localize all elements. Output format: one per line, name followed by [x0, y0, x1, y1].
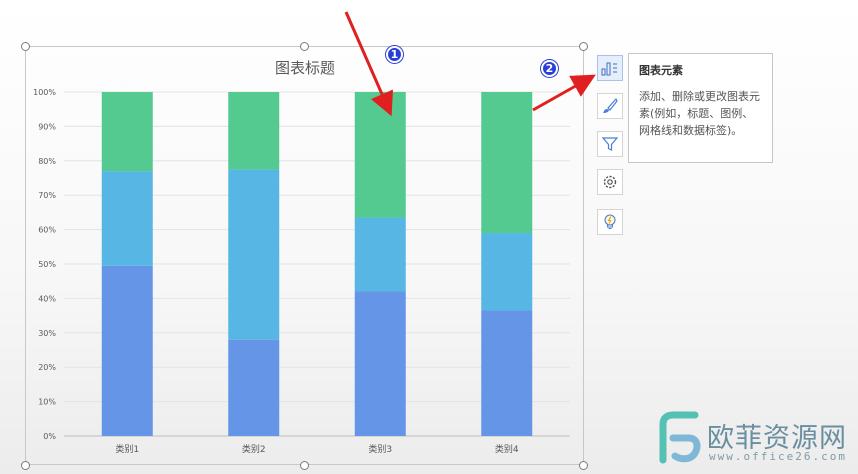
y-tick-label: 70%	[38, 191, 56, 200]
bar-segment-series3-cat1[interactable]	[101, 92, 153, 172]
brush-icon	[603, 97, 618, 113]
y-tick-label: 0%	[43, 432, 56, 441]
lightbulb-icon	[604, 214, 616, 229]
chart-elements-button[interactable]	[597, 55, 623, 81]
x-category-label: 类别1	[115, 443, 139, 455]
y-tick-label: 80%	[38, 157, 56, 166]
resize-handle-top-right[interactable]	[579, 42, 588, 51]
y-tick-label: 40%	[38, 294, 56, 303]
chart-filters-button[interactable]	[597, 131, 623, 157]
resize-handle-top-center[interactable]	[300, 42, 309, 51]
chart-title[interactable]: 图表标题	[275, 59, 335, 77]
bar-segment-series2-cat3[interactable]	[354, 217, 406, 292]
annotation-badge-1: 1	[386, 46, 403, 63]
tooltip-title: 图表元素	[639, 64, 683, 77]
bar-segment-series2-cat4[interactable]	[481, 233, 533, 311]
annotation-badge-2: 2	[541, 60, 558, 77]
bar-segment-series1-cat2[interactable]	[228, 339, 280, 436]
watermark-url: www.office26.com	[709, 450, 847, 463]
filter-icon	[601, 137, 619, 151]
y-tick-label: 30%	[38, 329, 56, 338]
watermark: 欧菲资源网 www.office26.com	[655, 410, 855, 470]
bar-segment-series1-cat4[interactable]	[481, 310, 533, 436]
y-tick-label: 90%	[38, 122, 56, 131]
y-tick-label: 60%	[38, 226, 56, 235]
bar-segment-series2-cat1[interactable]	[101, 171, 153, 266]
bar-segment-series3-cat3[interactable]	[354, 92, 406, 218]
y-tick-label: 100%	[33, 88, 56, 97]
settings-gear-icon	[603, 175, 617, 189]
tooltip-body: 添加、删除或更改图表元素(例如，标题、图例、网格线和数据标签)。	[639, 90, 760, 137]
chart-elements-icon	[601, 62, 617, 76]
bar-segment-series1-cat1[interactable]	[101, 265, 153, 436]
resize-handle-bottom-right[interactable]	[579, 461, 588, 470]
x-category-label: 类别2	[242, 443, 266, 455]
bar-segment-series3-cat4[interactable]	[481, 92, 533, 234]
chart-elements-tooltip: 图表元素 添加、删除或更改图表元素(例如，标题、图例、网格线和数据标签)。	[628, 53, 773, 163]
x-category-label: 类别3	[368, 443, 392, 455]
y-tick-label: 50%	[38, 260, 56, 269]
resize-handle-bottom-center[interactable]	[300, 461, 309, 470]
chart-styles-button[interactable]	[597, 93, 623, 119]
chart-settings-button[interactable]	[597, 169, 623, 195]
resize-handle-top-left[interactable]	[21, 42, 30, 51]
y-tick-label: 10%	[38, 398, 56, 407]
resize-handle-bottom-left[interactable]	[21, 461, 30, 470]
watermark-logo-icon	[659, 411, 701, 464]
bar-segment-series1-cat3[interactable]	[354, 291, 406, 436]
bar-segment-series3-cat2[interactable]	[228, 92, 280, 170]
smart-suggestion-button[interactable]	[597, 209, 623, 235]
bar-segment-series2-cat2[interactable]	[228, 169, 280, 340]
y-tick-label: 20%	[38, 363, 56, 372]
x-category-label: 类别4	[495, 443, 519, 455]
